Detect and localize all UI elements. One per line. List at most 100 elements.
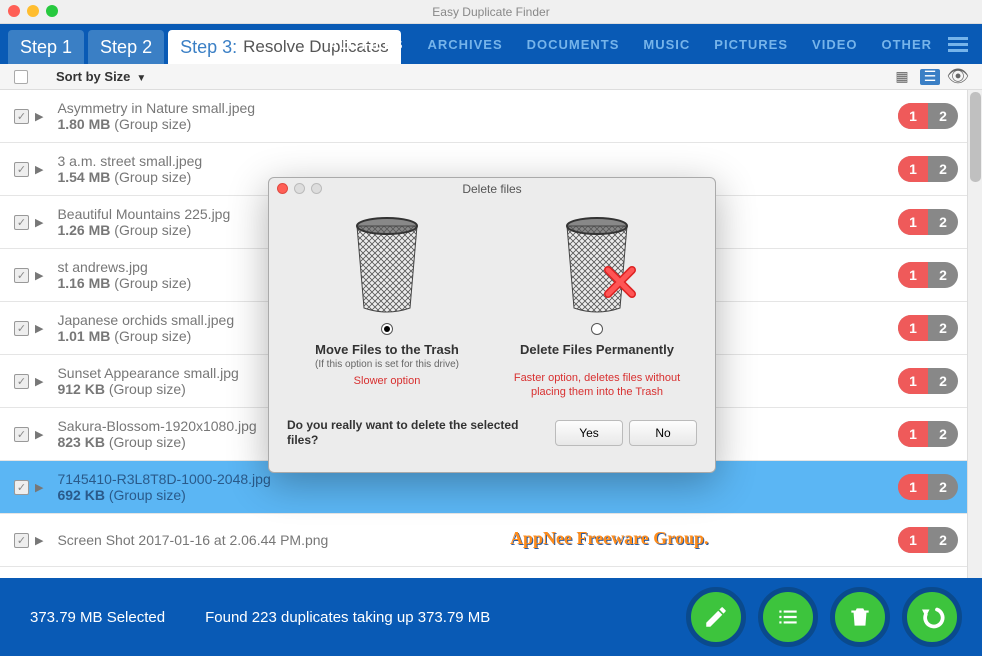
trash-icon bbox=[847, 604, 873, 630]
dialog-zoom-icon bbox=[311, 183, 322, 194]
expand-arrow-icon[interactable]: ▶ bbox=[35, 269, 43, 282]
duplicate-count-pills[interactable]: 12 bbox=[898, 368, 958, 394]
radio-unselected-icon[interactable] bbox=[591, 323, 603, 335]
duplicate-count-pills[interactable]: 12 bbox=[898, 474, 958, 500]
pill-inactive[interactable]: 2 bbox=[928, 315, 958, 341]
file-info: 7145410-R3L8T8D-1000-2048.jpg692 KB (Gro… bbox=[57, 471, 270, 503]
category-music[interactable]: MUSIC bbox=[643, 37, 690, 52]
category-all-files[interactable]: ALL FILES bbox=[329, 37, 403, 52]
row-checkbox[interactable]: ✓ bbox=[14, 215, 29, 230]
pill-active[interactable]: 1 bbox=[898, 156, 928, 182]
file-row[interactable]: ✓ ▶ Asymmetry in Nature small.jpeg1.80 MB … bbox=[0, 90, 982, 143]
radio-selected-icon[interactable] bbox=[381, 323, 393, 335]
category-pictures[interactable]: PICTURES bbox=[714, 37, 788, 52]
hamburger-menu-icon[interactable] bbox=[948, 34, 968, 55]
file-name: st andrews.jpg bbox=[57, 259, 191, 275]
no-button[interactable]: No bbox=[629, 420, 697, 446]
row-checkbox[interactable]: ✓ bbox=[14, 427, 29, 442]
dialog-close-icon[interactable] bbox=[277, 183, 288, 194]
row-checkbox[interactable]: ✓ bbox=[14, 321, 29, 336]
pill-inactive[interactable]: 2 bbox=[928, 103, 958, 129]
expand-arrow-icon[interactable]: ▶ bbox=[35, 375, 43, 388]
row-checkbox[interactable]: ✓ bbox=[14, 480, 29, 495]
edit-action-button[interactable] bbox=[686, 587, 746, 647]
delete-permanently-option[interactable]: Delete Files Permanently Faster option, … bbox=[497, 208, 697, 400]
yes-button[interactable]: Yes bbox=[555, 420, 623, 446]
category-other[interactable]: OTHER bbox=[882, 37, 933, 52]
pill-inactive[interactable]: 2 bbox=[928, 209, 958, 235]
expand-arrow-icon[interactable]: ▶ bbox=[35, 428, 43, 441]
pill-active[interactable]: 1 bbox=[898, 421, 928, 447]
pill-active[interactable]: 1 bbox=[898, 474, 928, 500]
file-info: Asymmetry in Nature small.jpeg1.80 MB (G… bbox=[57, 100, 255, 132]
duplicate-count-pills[interactable]: 12 bbox=[898, 209, 958, 235]
expand-arrow-icon[interactable]: ▶ bbox=[35, 534, 43, 547]
list-action-button[interactable] bbox=[758, 587, 818, 647]
pill-active[interactable]: 1 bbox=[898, 209, 928, 235]
pill-inactive[interactable]: 2 bbox=[928, 156, 958, 182]
pill-inactive[interactable]: 2 bbox=[928, 474, 958, 500]
expand-arrow-icon[interactable]: ▶ bbox=[35, 216, 43, 229]
duplicate-count-pills[interactable]: 12 bbox=[898, 103, 958, 129]
file-name: Beautiful Mountains 225.jpg bbox=[57, 206, 230, 222]
pill-active[interactable]: 1 bbox=[898, 103, 928, 129]
pill-inactive[interactable]: 2 bbox=[928, 262, 958, 288]
undo-action-button[interactable] bbox=[902, 587, 962, 647]
vertical-scrollbar[interactable] bbox=[967, 90, 982, 578]
window-titlebar: Easy Duplicate Finder bbox=[0, 0, 982, 24]
expand-arrow-icon[interactable]: ▶ bbox=[35, 322, 43, 335]
category-archives[interactable]: ARCHIVES bbox=[427, 37, 502, 52]
pill-active[interactable]: 1 bbox=[898, 368, 928, 394]
dialog-title: Delete files bbox=[462, 182, 521, 196]
file-name: 3 a.m. street small.jpeg bbox=[57, 153, 202, 169]
expand-arrow-icon[interactable]: ▶ bbox=[35, 163, 43, 176]
move-to-trash-option[interactable]: Move Files to the Trash (If this option … bbox=[287, 208, 487, 400]
file-size: 1.26 MB (Group size) bbox=[57, 222, 230, 238]
pill-inactive[interactable]: 2 bbox=[928, 527, 958, 553]
pill-active[interactable]: 1 bbox=[898, 527, 928, 553]
file-info: 3 a.m. street small.jpeg1.54 MB (Group s… bbox=[57, 153, 202, 185]
pill-inactive[interactable]: 2 bbox=[928, 421, 958, 447]
list-view-icon[interactable]: ☰ bbox=[920, 69, 940, 85]
file-size: 823 KB (Group size) bbox=[57, 434, 256, 450]
minimize-window-icon[interactable] bbox=[27, 5, 39, 17]
duplicate-count-pills[interactable]: 12 bbox=[898, 421, 958, 447]
pill-inactive[interactable]: 2 bbox=[928, 368, 958, 394]
delete-files-dialog: Delete files Move Files to the Trash (If… bbox=[268, 177, 716, 473]
master-checkbox[interactable] bbox=[14, 70, 28, 84]
dialog-titlebar: Delete files bbox=[269, 178, 715, 200]
file-info: st andrews.jpg1.16 MB (Group size) bbox=[57, 259, 191, 291]
step-1-tab[interactable]: Step 1 bbox=[8, 30, 84, 64]
watermark-text: AppNee Freeware Group. bbox=[510, 528, 708, 549]
duplicate-count-pills[interactable]: 12 bbox=[898, 527, 958, 553]
status-bar: 373.79 MB Selected Found 223 duplicates … bbox=[0, 578, 982, 656]
maximize-window-icon[interactable] bbox=[46, 5, 58, 17]
pill-active[interactable]: 1 bbox=[898, 315, 928, 341]
expand-arrow-icon[interactable]: ▶ bbox=[35, 481, 43, 494]
preview-eye-icon[interactable]: 👁 bbox=[948, 69, 968, 85]
category-documents[interactable]: DOCUMENTS bbox=[527, 37, 620, 52]
file-row[interactable]: ✓ ▶ Screen Shot 2017-01-16 at 2.06.44 PM.p… bbox=[0, 514, 982, 567]
duplicate-count-pills[interactable]: 12 bbox=[898, 156, 958, 182]
option-2-label: Delete Files Permanently bbox=[497, 342, 697, 357]
row-checkbox[interactable]: ✓ bbox=[14, 374, 29, 389]
expand-arrow-icon[interactable]: ▶ bbox=[35, 110, 43, 123]
row-checkbox[interactable]: ✓ bbox=[14, 533, 29, 548]
step-2-tab[interactable]: Step 2 bbox=[88, 30, 164, 64]
category-video[interactable]: VIDEO bbox=[812, 37, 857, 52]
close-window-icon[interactable] bbox=[8, 5, 20, 17]
file-size: 1.01 MB (Group size) bbox=[57, 328, 234, 344]
pill-active[interactable]: 1 bbox=[898, 262, 928, 288]
sort-dropdown[interactable]: Sort by Size▼ bbox=[56, 69, 146, 84]
option-1-sublabel: (If this option is set for this drive) bbox=[287, 359, 487, 370]
delete-action-button[interactable] bbox=[830, 587, 890, 647]
row-checkbox[interactable]: ✓ bbox=[14, 109, 29, 124]
duplicate-count-pills[interactable]: 12 bbox=[898, 262, 958, 288]
duplicate-count-pills[interactable]: 12 bbox=[898, 315, 958, 341]
option-1-warning: Slower option bbox=[287, 374, 487, 388]
file-info: Screen Shot 2017-01-16 at 2.06.44 PM.png bbox=[57, 532, 328, 548]
scrollbar-thumb[interactable] bbox=[970, 92, 981, 182]
row-checkbox[interactable]: ✓ bbox=[14, 162, 29, 177]
row-checkbox[interactable]: ✓ bbox=[14, 268, 29, 283]
grid-view-icon[interactable]: ▦ bbox=[892, 69, 912, 85]
